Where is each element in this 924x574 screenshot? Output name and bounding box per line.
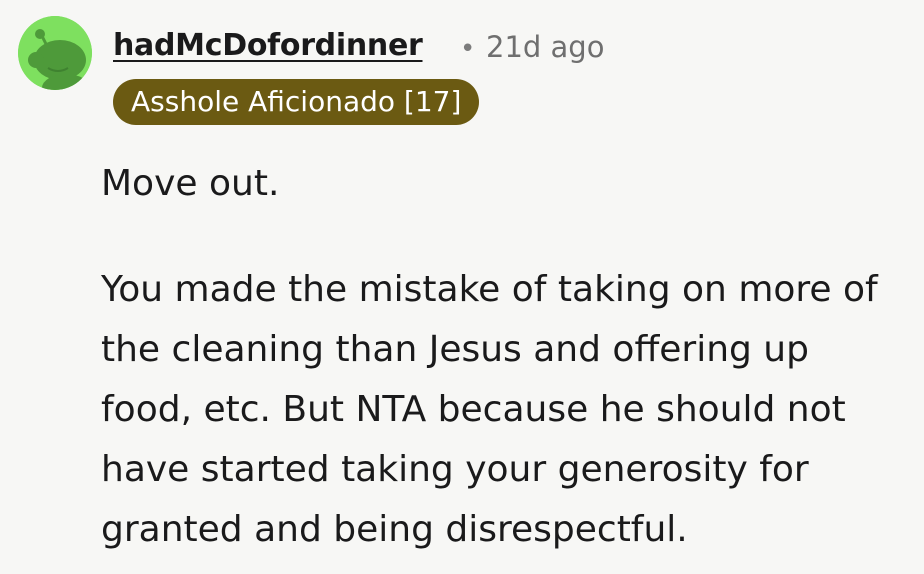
author-username-link[interactable]: hadMcDofordinner: [113, 28, 423, 63]
comment-paragraph: Move out.: [101, 163, 280, 204]
snoo-avatar-icon: [18, 16, 92, 90]
user-avatar[interactable]: [18, 16, 92, 90]
user-flair-badge: Asshole Aficionado [17]: [113, 79, 480, 125]
meta-separator-dot: •: [460, 34, 476, 64]
comment-body: Move out. You made the mistake of taking…: [101, 154, 911, 560]
comment-paragraph: You made the mistake of taking on more o…: [101, 269, 878, 550]
comment-timestamp: 21d ago: [486, 30, 605, 64]
